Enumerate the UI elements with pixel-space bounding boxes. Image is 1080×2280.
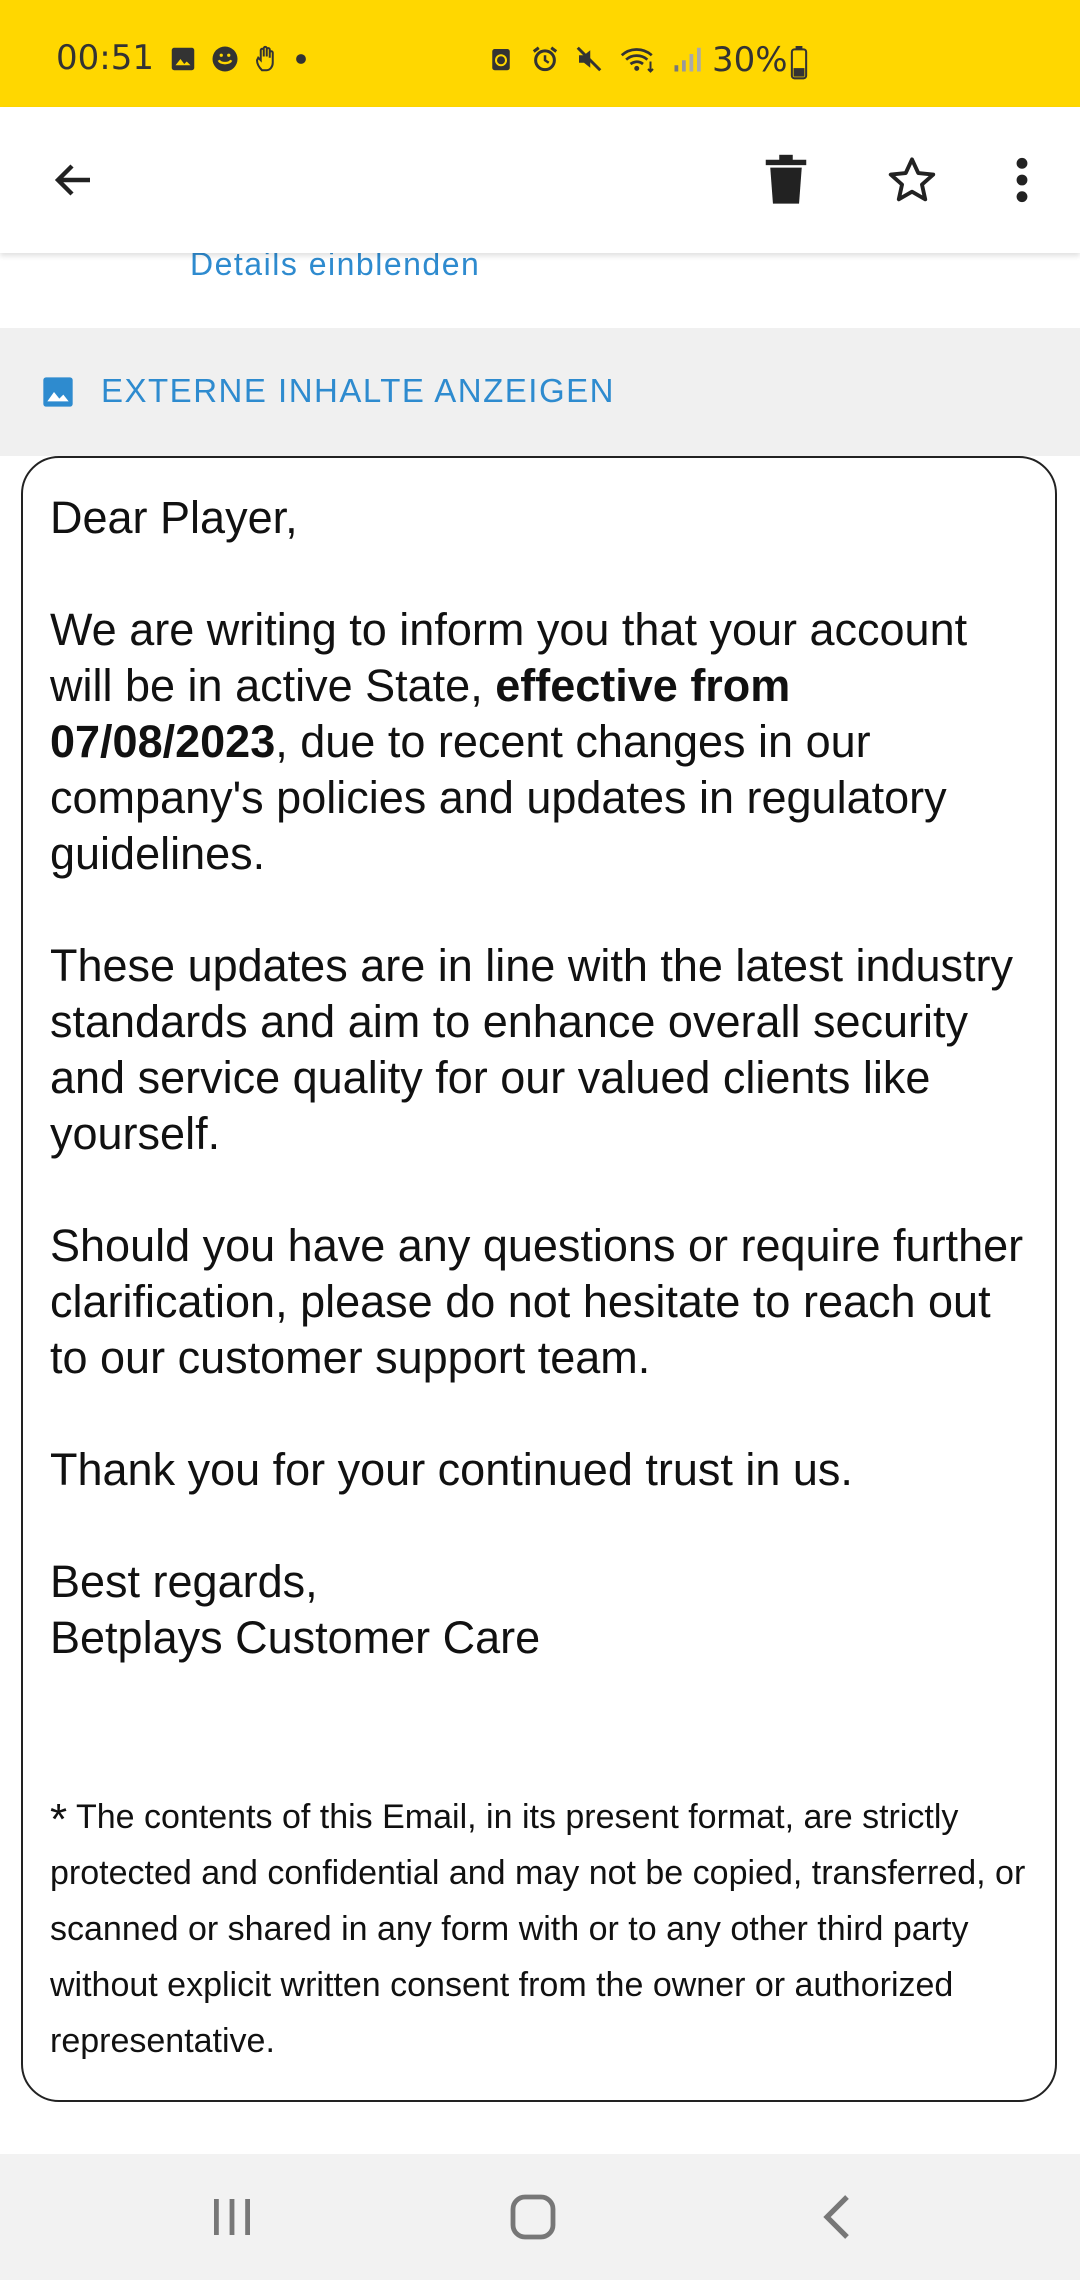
trash-icon[interactable] [746, 140, 826, 220]
email-body: Dear Player, We are writing to inform yo… [50, 490, 1040, 1666]
system-nav-bar [0, 2154, 1080, 2280]
star-icon[interactable] [872, 140, 952, 220]
mute-icon [576, 46, 602, 72]
status-bar: 00:51 30% [0, 0, 1080, 107]
back-icon[interactable] [802, 2182, 872, 2252]
dot-icon [296, 54, 306, 64]
hand-icon [255, 45, 274, 72]
more-vert-icon[interactable] [982, 140, 1062, 220]
face-icon [212, 46, 238, 72]
email-paragraph-4: Thank you for your continued trust in us… [50, 1444, 853, 1495]
recents-icon[interactable] [197, 2182, 267, 2252]
gallery-icon [171, 47, 195, 71]
email-paragraph-2: These updates are in line with the lates… [50, 940, 1014, 1159]
email-greeting: Dear Player, [50, 492, 298, 543]
email-signature: Betplays Customer Care [50, 1612, 541, 1663]
back-arrow-icon[interactable] [34, 140, 114, 220]
disclaimer-star: * [50, 1795, 68, 1844]
status-time: 00:51 [56, 38, 154, 78]
battery-icon [790, 46, 808, 80]
status-icons-right [486, 44, 702, 74]
alarm-icon [532, 46, 558, 72]
email-disclaimer: * The contents of this Email, in its pre… [50, 1786, 1050, 2069]
home-icon[interactable] [498, 2182, 568, 2252]
app-bar [0, 107, 1080, 253]
image-icon [43, 377, 73, 407]
sync-icon [492, 49, 510, 71]
email-paragraph-1: We are writing to inform you that your a… [50, 602, 1040, 882]
disclaimer-text: The contents of this Email, in its prese… [50, 1798, 1026, 2060]
battery-percent: 30% [712, 40, 788, 80]
external-content-label[interactable]: EXTERNE INHALTE ANZEIGEN [101, 372, 615, 410]
signal-icon [674, 47, 701, 72]
wifi-icon [620, 48, 654, 73]
email-paragraph-3: Should you have any questions or require… [50, 1220, 1024, 1383]
email-closing: Best regards, [50, 1556, 318, 1607]
status-icons-left [168, 44, 308, 74]
